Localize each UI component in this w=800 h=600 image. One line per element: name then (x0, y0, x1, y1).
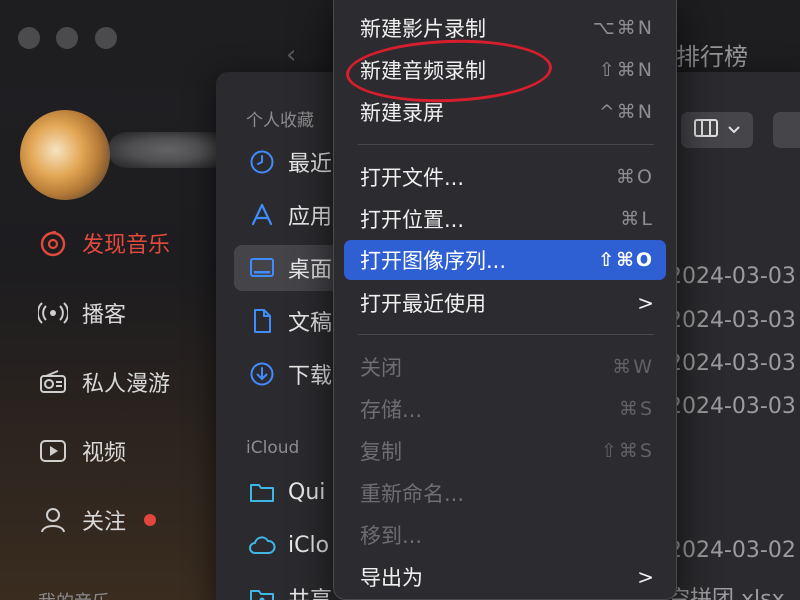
video-play-icon (36, 434, 70, 468)
menu-item-label: 打开图像序列... (360, 249, 507, 273)
menu-item-shortcut: ⌘L (620, 208, 654, 230)
menu-item-move-to: 移到... (344, 515, 666, 555)
menu-item-new-screen-recording[interactable]: 新建录屏 ^⌘N (344, 92, 666, 132)
file-date: 2024-03-03 (668, 394, 796, 419)
sidebar-item-label: 应用 (288, 205, 333, 230)
file-date: 2024-03-02 (668, 538, 796, 563)
notification-badge (144, 514, 157, 526)
menu-item-save: 存储... ⌘S (344, 389, 666, 429)
folder-icon (248, 478, 276, 506)
nav-follow[interactable]: 关注 (36, 503, 157, 537)
menu-item-label: 复制 (360, 440, 402, 464)
radio-icon (36, 365, 70, 399)
section-my-music: 我的音乐 (38, 588, 110, 600)
avatar[interactable] (20, 110, 110, 200)
menu-item-label: 新建影片录制 (360, 17, 486, 41)
menu-item-new-movie-recording[interactable]: 新建影片录制 ⌥⌘N (344, 8, 666, 48)
file-date: 2024-03-03 (668, 264, 796, 289)
menu-item-label: 存储... (360, 398, 423, 422)
menu-separator (358, 144, 654, 145)
menu-item-label: 移到... (360, 524, 423, 548)
menu-item-shortcut: ⇧⌘O (598, 249, 654, 271)
desktop-icon (248, 254, 276, 282)
menu-separator (358, 334, 654, 335)
menu-item-new-audio-recording[interactable]: 新建音频录制 ⇧⌘N (344, 50, 666, 90)
menu-item-shortcut: ⌥⌘N (592, 17, 654, 39)
download-icon (248, 360, 276, 388)
nav-discover-music[interactable]: 发现音乐 (36, 226, 170, 260)
netease-music-icon (36, 226, 70, 260)
user-icon (36, 503, 70, 537)
chevron-right-icon: > (637, 565, 654, 589)
sidebar-item-label: 最近 (288, 152, 333, 177)
document-icon (248, 307, 276, 335)
file-date: 2024-03-03 (668, 351, 796, 376)
menu-item-shortcut: ⌘O (616, 166, 654, 188)
menu-item-open-location[interactable]: 打开位置... ⌘L (344, 199, 666, 239)
file-menu: 新建影片录制 ⌥⌘N 新建音频录制 ⇧⌘N 新建录屏 ^⌘N 打开文件... ⌘… (333, 0, 677, 600)
file-name[interactable]: 空拼团.xlsx (668, 581, 785, 600)
blurred-username (108, 132, 228, 168)
menu-item-label: 重新命名... (360, 482, 465, 506)
menu-item-shortcut: ⌘W (612, 356, 654, 378)
window-zoom-button[interactable] (95, 27, 117, 49)
menu-item-label: 打开最近使用 (360, 292, 486, 316)
menu-item-label: 打开文件... (360, 166, 465, 190)
sidebar-item-label: 桌面 (288, 258, 333, 283)
favorites-header: 个人收藏 (246, 111, 314, 131)
menu-item-close: 关闭 ⌘W (344, 347, 666, 387)
menu-item-label: 关闭 (360, 356, 402, 380)
menu-item-shortcut: ^⌘N (598, 101, 654, 123)
sidebar-item-label: iClo (288, 532, 330, 558)
menu-item-label: 打开位置... (360, 208, 465, 232)
menu-item-open-recent[interactable]: 打开最近使用 > (344, 283, 666, 323)
cloud-icon (248, 531, 276, 559)
sidebar-item-label: Qui (288, 479, 326, 505)
menu-item-open-file[interactable]: 打开文件... ⌘O (344, 157, 666, 197)
shared-folder-icon (248, 584, 276, 600)
ranking-tab[interactable]: 排行榜 (676, 37, 748, 72)
back-arrow-icon[interactable]: ‹ (286, 40, 296, 70)
menu-item-export-as[interactable]: 导出为 > (344, 557, 666, 597)
menu-item-shortcut: ⇧⌘S (601, 440, 654, 462)
nav-label: 发现音乐 (82, 233, 171, 258)
view-options-button[interactable] (681, 112, 753, 148)
menu-item-open-image-sequence[interactable]: 打开图像序列... ⇧⌘O (344, 240, 666, 280)
menu-item-shortcut: ⇧⌘N (598, 59, 654, 81)
nav-label: 私人漫游 (82, 372, 171, 397)
file-date: 2024-03-03 (668, 308, 796, 333)
window-minimize-button[interactable] (56, 27, 78, 49)
icloud-header: iCloud (246, 438, 300, 458)
nav-label: 播客 (82, 303, 127, 328)
nav-private-roam[interactable]: 私人漫游 (36, 365, 170, 399)
columns-icon (694, 118, 718, 142)
menu-item-label: 新建录屏 (360, 101, 444, 125)
sidebar-item-label: 文稿 (288, 311, 333, 336)
menu-item-shortcut: ⌘S (618, 398, 654, 420)
nav-label: 关注 (82, 510, 127, 535)
menu-item-label: 新建音频录制 (360, 59, 486, 83)
toolbar-button[interactable] (773, 112, 800, 148)
menu-item-label: 导出为 (360, 566, 423, 590)
menu-item-duplicate: 复制 ⇧⌘S (344, 431, 666, 471)
chevron-right-icon: > (637, 291, 654, 315)
sidebar-item-label: 下载 (288, 364, 333, 389)
nav-label: 视频 (82, 441, 127, 466)
app-store-icon (248, 201, 276, 229)
chevron-down-icon (728, 121, 740, 139)
podcast-icon (36, 296, 70, 330)
nav-podcast[interactable]: 播客 (36, 296, 126, 330)
nav-video[interactable]: 视频 (36, 434, 126, 468)
clock-icon (248, 148, 276, 176)
sidebar-item-label: 共享 (288, 582, 332, 600)
menu-item-rename: 重新命名... (344, 473, 666, 513)
window-close-button[interactable] (18, 27, 40, 49)
